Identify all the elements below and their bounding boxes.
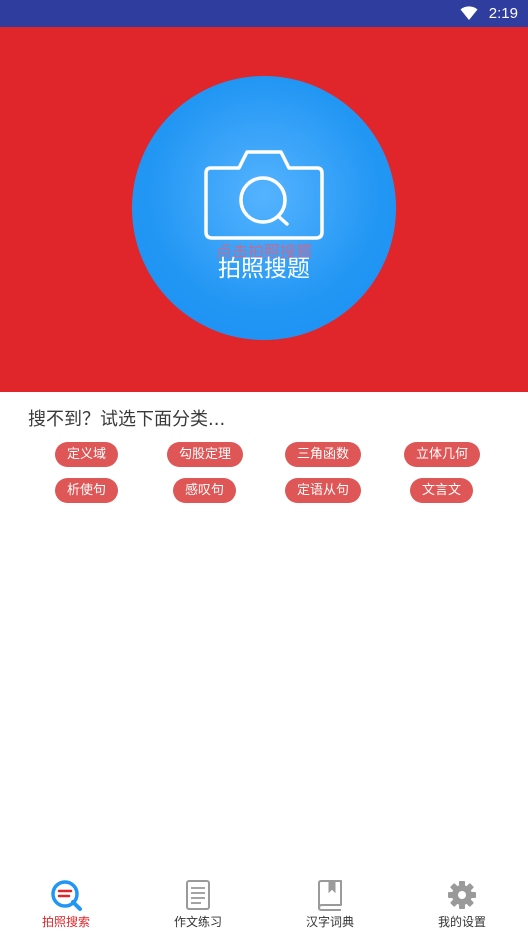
tag-imperative[interactable]: 析使句 xyxy=(55,478,119,503)
tab-label: 作文练习 xyxy=(173,915,222,929)
tab-label: 拍照搜索 xyxy=(41,915,90,929)
tag-pythagorean[interactable]: 勾股定理 xyxy=(167,442,244,467)
tab-label: 汉字词典 xyxy=(305,915,354,929)
tab-photo-search[interactable]: 拍照搜索 xyxy=(0,866,132,939)
bottom-tab-bar: 拍照搜索 作文练习 汉字词典 我的设置 xyxy=(0,866,528,939)
book-icon xyxy=(318,880,342,911)
tag-exclamatory[interactable]: 感叹句 xyxy=(173,478,237,503)
tag-solid-geometry[interactable]: 立体几何 xyxy=(404,442,481,467)
camera-icon xyxy=(204,150,324,240)
tab-my-settings[interactable]: 我的设置 xyxy=(396,866,528,939)
category-title: 搜不到？试选下面分类... xyxy=(28,409,226,430)
photo-search-button[interactable]: 点击拍照搜题 拍照搜题 xyxy=(132,76,396,340)
tab-essay-practice[interactable]: 作文练习 xyxy=(132,866,264,939)
wifi-icon xyxy=(460,6,478,20)
tag-attributive-clause[interactable]: 定语从句 xyxy=(285,478,362,503)
status-time: 2:19 xyxy=(488,5,518,22)
gear-icon xyxy=(448,881,476,909)
photo-search-label: 拍照搜题 xyxy=(218,256,310,282)
tab-dictionary[interactable]: 汉字词典 xyxy=(264,866,396,939)
hero-banner: 点击拍照搜题 拍照搜题 xyxy=(0,27,528,392)
tab-label: 我的设置 xyxy=(437,915,486,929)
tag-classical-chinese[interactable]: 文言文 xyxy=(410,478,474,503)
tag-domain[interactable]: 定义域 xyxy=(55,442,119,467)
document-icon xyxy=(186,880,210,910)
tag-trig-functions[interactable]: 三角函数 xyxy=(285,442,362,467)
status-bar: 2:19 xyxy=(0,0,528,27)
search-q-icon xyxy=(51,880,82,911)
